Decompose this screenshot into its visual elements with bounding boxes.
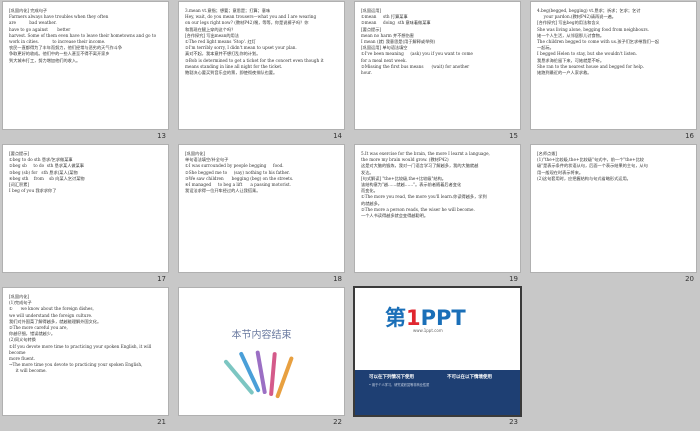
- slide-thumb-17[interactable]: [要点提示] ①beg to do sth 恳求/乞求做某事 ②beg sb t…: [0, 143, 176, 286]
- slide-text: 4.beg(begged, begging) vt.恳求；祈求；乞求；乞讨 yo…: [537, 8, 660, 76]
- slide-thumb-23[interactable]: 第1PPT www.1ppt.com 可以在下列情况下使用 不可以在以下情境使用…: [352, 286, 528, 429]
- slide-number: 20: [685, 275, 694, 283]
- slide-text: [巩固运用] ①mean sth 打算某事 ②mean doing sth 意味…: [361, 8, 473, 76]
- ad-info-panel: 可以在下列情况下使用 不可以在以下情境使用 • 用于个人学习、研究或欣赏等非商业…: [355, 370, 520, 415]
- slide-number: 18: [333, 275, 342, 283]
- slide-number: 13: [157, 132, 166, 140]
- slide-text: [要点提示] ①beg to do sth 恳求/乞求做某事 ②beg sb t…: [9, 151, 85, 194]
- slide-page[interactable]: [巩固内化] (1)完成句子 ① we know about the forei…: [3, 288, 168, 415]
- slide-thumb-16[interactable]: 4.beg(begged, begging) vt.恳求；祈求；乞求；乞讨 yo…: [528, 0, 700, 143]
- slide-number: 19: [509, 275, 518, 283]
- slide-number: 16: [685, 132, 694, 140]
- slide-number: 17: [157, 275, 166, 283]
- slide-page[interactable]: 3.mean vt.意指；想要；意思是；打算；意味 Hey, wait, do …: [179, 2, 344, 129]
- slide-text: 3.mean vt.意指；想要；意思是；打算；意味 Hey, wait, do …: [185, 8, 324, 76]
- slide-number: 22: [333, 418, 342, 426]
- slide-text: [巩固内化] 单句语法填空/补全句子 ①I was surrounded by …: [185, 151, 294, 194]
- slide-number: 21: [157, 418, 166, 426]
- usage-allowed-caption: 可以在下列情况下使用: [369, 375, 414, 380]
- slide-page[interactable]: [巩固运用] ①mean sth 打算某事 ②mean doing sth 意味…: [355, 2, 520, 129]
- brand-url: www.1ppt.com: [413, 328, 443, 333]
- slide-text: [巩固内化] (1)完成句子 ① we know about the forei…: [9, 294, 152, 374]
- slide-thumb-13[interactable]: [巩固内化] 完成句子 Farmers always have troubles…: [0, 0, 176, 143]
- usage-forbidden-caption: 不可以在以下情境使用: [447, 375, 492, 380]
- slide-number: 14: [333, 132, 342, 140]
- slide-page[interactable]: [巩固内化] 单句语法填空/补全句子 ①I was surrounded by …: [179, 145, 344, 272]
- slide-page[interactable]: [名师点拨] (1)"the+比较级,the+比较级"句式中，前一个"the+比…: [531, 145, 696, 272]
- slide-thumb-14[interactable]: 3.mean vt.意指；想要；意思是；打算；意味 Hey, wait, do …: [176, 0, 352, 143]
- slide-sorter-grid: [巩固内化] 完成句子 Farmers always have troubles…: [0, 0, 700, 431]
- ad-header: 第1PPT www.1ppt.com: [355, 288, 520, 370]
- slide-page[interactable]: 4.beg(begged, begging) vt.恳求；祈求；乞求；乞讨 yo…: [531, 2, 696, 129]
- slide-page[interactable]: [要点提示] ①beg to do sth 恳求/乞求做某事 ②beg sb t…: [3, 145, 168, 272]
- slide-number: 23: [509, 418, 518, 426]
- slide-page[interactable]: 本节内容结束: [179, 288, 344, 415]
- slide-text: [巩固内化] 完成句子 Farmers always have troubles…: [9, 8, 157, 63]
- usage-line: • 用于个人学习、研究或欣赏等非商业性质: [369, 383, 430, 387]
- slide-text: 5.It was exercise for the brain, the mor…: [361, 151, 490, 219]
- slide-thumb-18[interactable]: [巩固内化] 单句语法填空/补全句子 ①I was surrounded by …: [176, 143, 352, 286]
- slide-thumb-22[interactable]: 本节内容结束 22: [176, 286, 352, 429]
- slide-text: [名师点拨] (1)"the+比较级,the+比较级"句式中，前一个"the+比…: [537, 151, 648, 181]
- slide-number: 15: [509, 132, 518, 140]
- slide-thumb-19[interactable]: 5.It was exercise for the brain, the mor…: [352, 143, 528, 286]
- slide-thumb-21[interactable]: [巩固内化] (1)完成句子 ① we know about the forei…: [0, 286, 176, 429]
- end-title: 本节内容结束: [231, 330, 292, 341]
- slide-page[interactable]: 5.It was exercise for the brain, the mor…: [355, 145, 520, 272]
- slide-page[interactable]: [巩固内化] 完成句子 Farmers always have troubles…: [3, 2, 168, 129]
- slide-thumb-15[interactable]: [巩固运用] ①mean sth 打算某事 ②mean doing sth 意味…: [352, 0, 528, 143]
- slide-thumb-20[interactable]: [名师点拨] (1)"the+比较级,the+比较级"句式中，前一个"the+比…: [528, 143, 700, 286]
- slide-page-selected[interactable]: 第1PPT www.1ppt.com 可以在下列情况下使用 不可以在以下情境使用…: [353, 286, 522, 417]
